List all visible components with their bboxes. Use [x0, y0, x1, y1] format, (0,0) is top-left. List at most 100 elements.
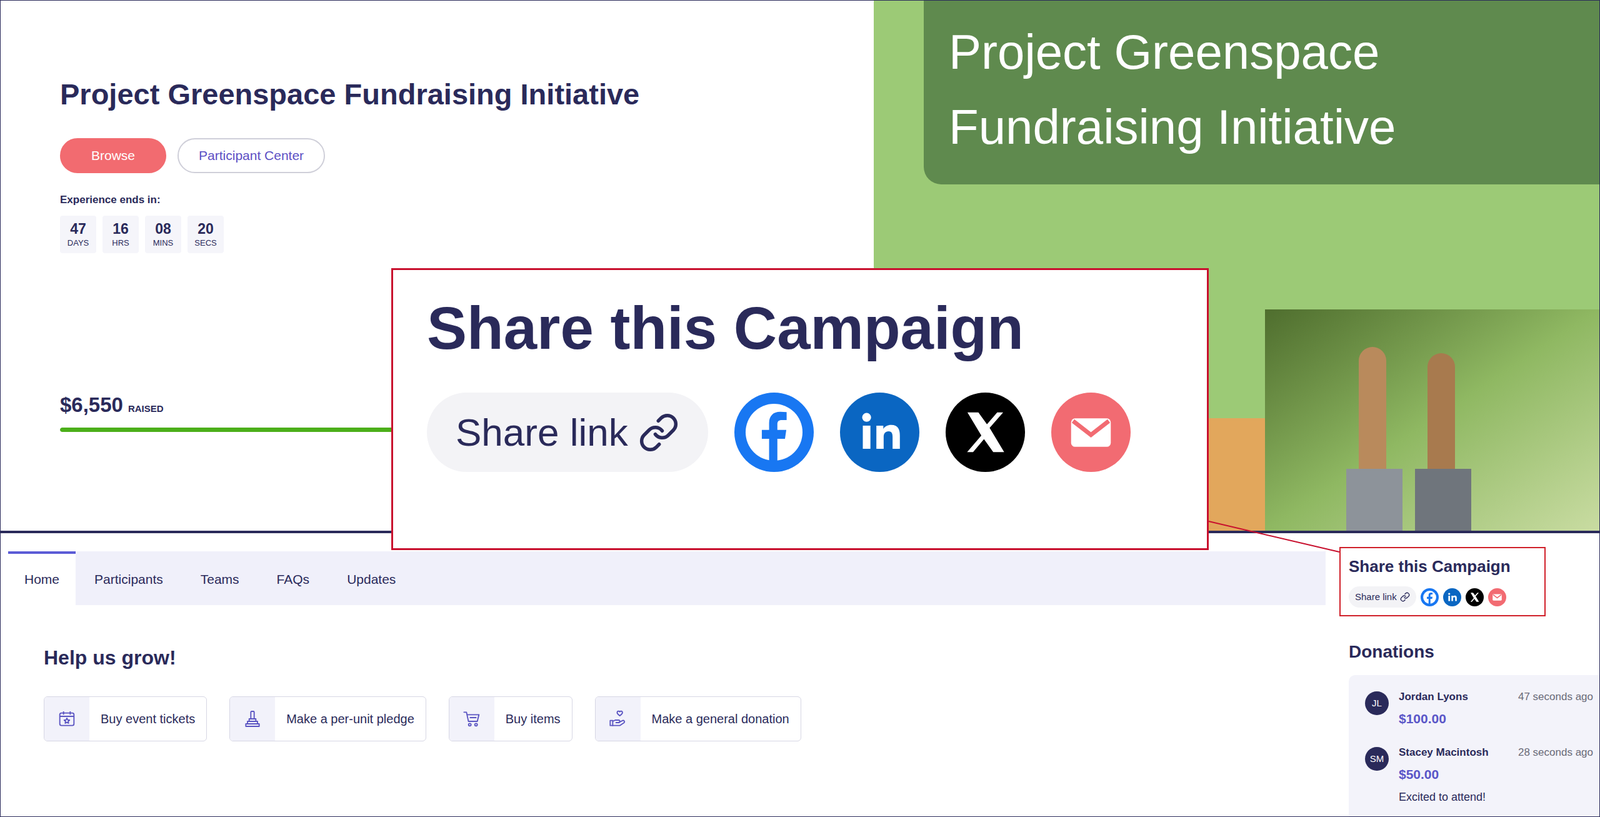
donation-details: Stacey Macintosh 28 seconds ago $50.00 Exci…	[1398, 744, 1594, 806]
facebook-share-button[interactable]	[734, 392, 814, 472]
share-section: Share this Campaign Share link	[1339, 546, 1546, 617]
countdown-unit: 20SECS	[187, 215, 224, 254]
countdown-label: Experience ends in:	[60, 191, 874, 209]
pledge-icon	[242, 708, 263, 729]
share-buttons: Share link	[426, 392, 1207, 472]
donation-item: SM Stacey Macintosh 28 seconds ago $50.00 Ex…	[1365, 744, 1594, 806]
linkedin-share-button[interactable]	[840, 392, 920, 472]
linkedin-icon	[840, 392, 920, 472]
donation-item: JLJordan Lyons47 seconds ago$100.00	[1365, 688, 1594, 729]
share-link-button[interactable]: Share link	[1348, 586, 1417, 608]
cart-icon-svg	[461, 708, 482, 729]
donor-name: Stacey Macintosh	[1398, 744, 1489, 761]
email-icon	[1051, 392, 1131, 472]
participant-center-button[interactable]: Participant Center	[177, 138, 325, 174]
facebook-icon-svg	[1420, 588, 1439, 607]
share-link-button[interactable]: Share link	[426, 392, 709, 472]
facebook-icon-svg	[734, 392, 814, 472]
facebook-icon	[734, 392, 814, 472]
linkedin-icon-svg	[840, 392, 920, 472]
donation-amount: $50.00	[1398, 764, 1594, 785]
email-icon	[1488, 588, 1507, 607]
action-button[interactable]: Buy event tickets	[43, 696, 207, 742]
donation-details: Jordan Lyons47 seconds ago$100.00	[1398, 688, 1594, 729]
linkedin-icon-svg	[1443, 588, 1462, 607]
tool-head	[1415, 468, 1472, 531]
donations-title: Donations	[1348, 638, 1600, 665]
donor-avatar: SM	[1365, 746, 1389, 771]
x-icon	[1465, 588, 1484, 607]
x-share-button[interactable]	[945, 392, 1025, 472]
donation-icon	[608, 708, 629, 729]
content: HomeParticipantsTeamsFAQsUpdates Help us …	[0, 530, 1600, 817]
calendar-icon-svg	[56, 708, 77, 729]
tool-handle	[1427, 353, 1455, 472]
help-section: Help us grow! Buy event tickets Make a per…	[8, 642, 1326, 742]
countdown-unit: 08MINS	[145, 215, 182, 254]
countdown-unit-label: SECS	[194, 237, 217, 249]
donation-icon-svg	[608, 708, 629, 729]
facebook-icon	[1420, 588, 1439, 607]
action-icon-box	[595, 696, 641, 741]
tab[interactable]: Home	[8, 551, 76, 605]
share-link-label: Share link	[455, 403, 629, 462]
raised-amount: $6,550	[60, 389, 124, 421]
action-label: Make a per-unit pledge	[275, 696, 426, 741]
action-button[interactable]: Make a general donation	[595, 696, 802, 742]
sidebar: Share this Campaign Share link Donations JL…	[1325, 533, 1600, 817]
countdown-value: 47	[70, 220, 87, 238]
banner-line: Fundraising Initiative	[948, 89, 1600, 165]
countdown-value: 16	[112, 220, 129, 238]
share-row: Share link	[1348, 586, 1537, 608]
linkedin-icon	[1443, 588, 1462, 607]
email-share-button[interactable]	[1051, 392, 1131, 472]
donation-header: Jordan Lyons47 seconds ago	[1398, 688, 1594, 705]
cart-icon	[461, 708, 482, 729]
countdown-value: 20	[197, 220, 214, 238]
tool-head	[1346, 468, 1403, 531]
banner-box: Project GreenspaceFundraising Initiative	[923, 0, 1600, 185]
callout-title: Share this Campaign	[426, 293, 1207, 363]
donation-list: JLJordan Lyons47 seconds ago$100.00 SM Sta…	[1348, 675, 1600, 817]
action-icon-box	[449, 696, 495, 741]
action-button[interactable]: Buy items	[448, 696, 573, 742]
countdown-value: 08	[155, 220, 172, 238]
email-share-button[interactable]	[1488, 588, 1507, 607]
link-icon-svg	[638, 411, 680, 454]
share-title: Share this Campaign	[1348, 554, 1537, 579]
share-buttons: Share link	[1348, 586, 1537, 608]
donation-message: Excited to attend!	[1398, 788, 1594, 806]
browse-button[interactable]: Browse	[60, 138, 167, 174]
hero-buttons: Browse Participant Center	[60, 138, 874, 174]
pledge-icon-svg	[242, 708, 263, 729]
x-share-button[interactable]	[1465, 588, 1484, 607]
action-label: Buy items	[494, 696, 572, 741]
linkedin-share-button[interactable]	[1443, 588, 1462, 607]
tab[interactable]: Updates	[328, 551, 415, 605]
garden-photo	[1265, 309, 1600, 531]
raised-label: RAISED	[128, 401, 164, 417]
donation-time: 47 seconds ago	[1518, 688, 1594, 705]
link-icon	[638, 411, 680, 454]
zoom-callout: Share this Campaign Share link	[391, 268, 1209, 550]
tab[interactable]: Teams	[181, 551, 259, 605]
action-icon-box	[230, 696, 275, 741]
action-button[interactable]: Make a per-unit pledge	[229, 696, 427, 742]
countdown-unit: 47DAYS	[60, 215, 97, 254]
main-column: HomeParticipantsTeamsFAQsUpdates Help us …	[0, 533, 1326, 817]
tab[interactable]: FAQs	[258, 551, 329, 605]
help-title: Help us grow!	[43, 642, 1326, 673]
campaign-page: Project Greenspace Fundraising Initiativ…	[0, 0, 1600, 817]
facebook-share-button[interactable]	[1420, 588, 1439, 607]
callout-share-row: Share link	[426, 392, 1207, 472]
action-label: Buy event tickets	[89, 696, 207, 741]
link-icon-svg	[1400, 591, 1410, 602]
action-label: Make a general donation	[640, 696, 801, 741]
share-link-label: Share link	[1355, 590, 1397, 605]
email-icon-svg	[1051, 392, 1131, 472]
tab[interactable]: Participants	[75, 551, 182, 605]
donation-time: 28 seconds ago	[1518, 744, 1594, 761]
x-icon	[945, 392, 1025, 472]
tab-bar: HomeParticipantsTeamsFAQsUpdates	[8, 551, 1326, 605]
countdown-unit-label: DAYS	[67, 237, 89, 249]
